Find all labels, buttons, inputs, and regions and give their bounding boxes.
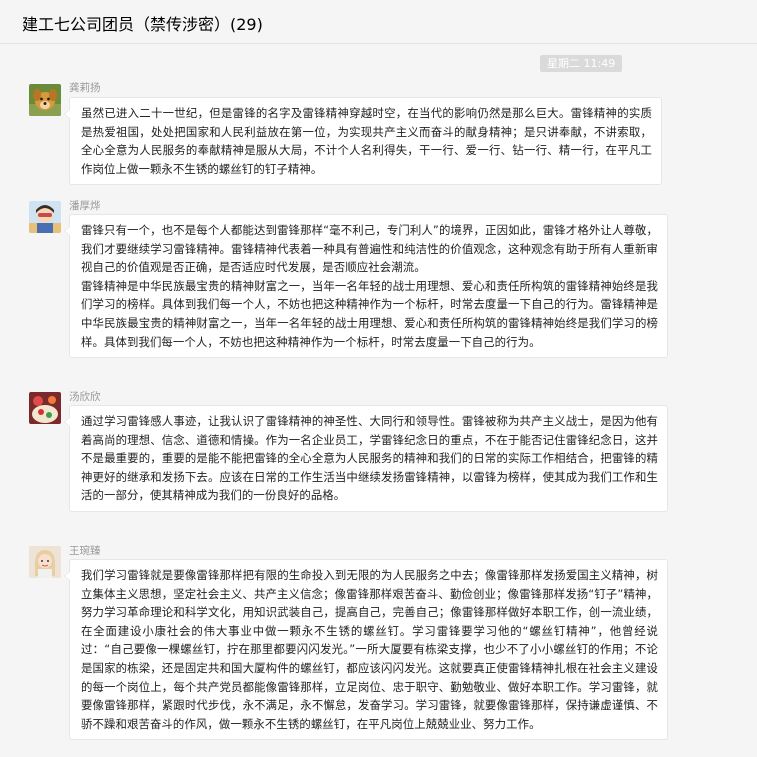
girl-avatar-icon[interactable] <box>29 546 61 578</box>
message-text: 雷锋只有一个，也不是每个人都能达到雷锋那样“毫不利己，专门利人”的境界，正因如此… <box>81 223 658 275</box>
chat-title[interactable]: 建工七公司团员（禁传涉密）(29) <box>22 11 263 35</box>
sender-name: 汤欣欣 <box>69 391 101 403</box>
sender-name: 龚莉扬 <box>69 82 101 94</box>
message-bubble[interactable]: 通过学习雷锋感人事迹，让我认识了雷锋精神的神圣性、大同行和领导性。雷锋被称为共产… <box>64 405 668 512</box>
message-bubble[interactable]: 雷锋只有一个，也不是每个人都能达到雷锋那样“毫不利己，专门利人”的境界，正因如此… <box>64 214 668 359</box>
message-text: 雷锋精神是中华民族最宝贵的精神财富之一，当年一名年轻的战士用理想、爱心和责任所构… <box>81 278 658 349</box>
cartoon-avatar-icon[interactable] <box>29 201 61 233</box>
sender-name: 潘厚烨 <box>69 200 101 212</box>
message-bubble[interactable]: 我们学习雷锋就是要像雷锋那样把有限的生命投入到无限的为人民服务之中去；像雷锋那样… <box>64 559 668 741</box>
message-text: 我们学习雷锋就是要像雷锋那样把有限的生命投入到无限的为人民服务之中去；像雷锋那样… <box>81 568 658 731</box>
photo-avatar-icon[interactable] <box>29 392 61 424</box>
chat-header: 建工七公司团员（禁传涉密）(29) <box>0 0 757 44</box>
message-text: 通过学习雷锋感人事迹，让我认识了雷锋精神的神圣性、大同行和领导性。雷锋被称为共产… <box>81 414 658 503</box>
timestamp-badge: 星期二 11:49 <box>540 55 623 72</box>
message-text: 虽然已进入二十一世纪，但是雷锋的名字及雷锋精神穿越时空，在当代的影响仍然是那么巨… <box>81 106 652 176</box>
dog-avatar-icon[interactable] <box>29 84 61 116</box>
message-bubble[interactable]: 虽然已进入二十一世纪，但是雷锋的名字及雷锋精神穿越时空，在当代的影响仍然是那么巨… <box>64 97 662 186</box>
sender-name: 王琬臻 <box>69 545 101 557</box>
